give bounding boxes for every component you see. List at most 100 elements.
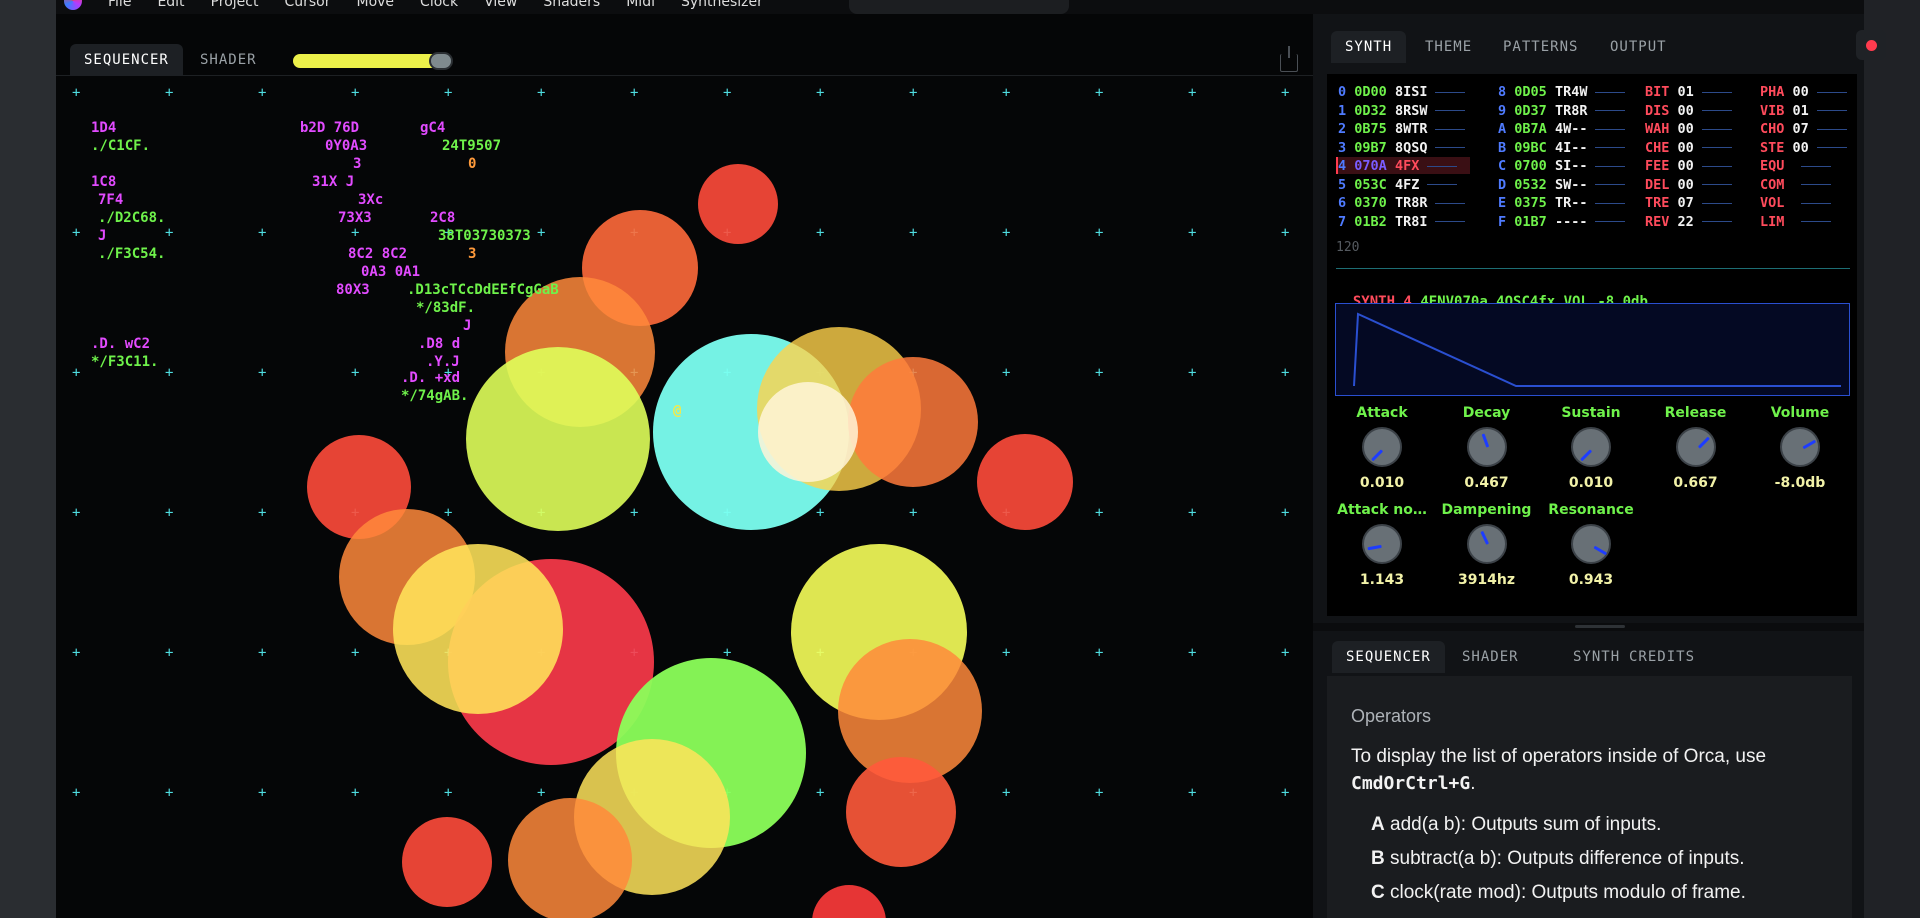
menu-item-synthesizer[interactable]: Synthesizer xyxy=(681,0,763,10)
fx-row[interactable]: WAH 00 xyxy=(1645,121,1732,137)
menu-item-cursor[interactable]: Cursor xyxy=(284,0,330,10)
op-text: clock(rate mod): Outputs modulo of frame… xyxy=(1390,882,1746,903)
fx-row[interactable]: FEE 00 xyxy=(1645,158,1732,174)
visualizer-circle xyxy=(977,434,1073,530)
track-row[interactable]: 4 070A 4FX xyxy=(1338,158,1458,174)
grid-plus-marker: + xyxy=(1188,505,1196,521)
fx-row[interactable]: CHO 07 xyxy=(1760,121,1847,137)
tab-docs-sequencer[interactable]: SEQUENCER xyxy=(1332,641,1445,673)
menu-item-project[interactable]: Project xyxy=(211,0,259,10)
track-row[interactable]: F 01B7 ---- xyxy=(1498,213,1626,230)
record-button[interactable] xyxy=(1856,30,1886,60)
track-name: TR4W xyxy=(1554,84,1588,100)
fx-row[interactable]: VOL xyxy=(1760,195,1831,211)
track-row[interactable]: 0 0D00 8ISI xyxy=(1338,84,1466,100)
grid-plus-marker: + xyxy=(1281,785,1289,801)
knob-label: Sustain xyxy=(1561,405,1621,421)
track-row[interactable]: D 0532 SW-- xyxy=(1498,177,1626,193)
track-level xyxy=(1427,165,1458,167)
tab-docs-shader[interactable]: SHADER xyxy=(1448,641,1533,673)
fx-row[interactable]: PHA 00 xyxy=(1760,84,1847,100)
grid-plus-marker: + xyxy=(444,785,452,801)
track-level xyxy=(1595,165,1626,167)
track-index: F xyxy=(1498,213,1507,230)
fx-key: COM xyxy=(1760,176,1785,193)
visualizer-circle xyxy=(848,357,978,487)
track-level xyxy=(1595,147,1626,148)
tab-docs-credits[interactable]: CREDITS xyxy=(1615,641,1709,673)
op-key: A xyxy=(1371,814,1385,835)
envelope-display xyxy=(1335,303,1850,396)
knob-value: 0.467 xyxy=(1464,475,1509,491)
track-row[interactable]: A 0B7A 4W-- xyxy=(1498,121,1626,137)
docs-shortcut: CmdOrCtrl+G xyxy=(1351,773,1471,794)
menu-item-clock[interactable]: Clock xyxy=(420,0,458,10)
grid-plus-marker: + xyxy=(72,365,80,381)
knob-value: 1.143 xyxy=(1359,572,1405,588)
fx-row[interactable]: DIS 00 xyxy=(1645,103,1732,119)
track-row[interactable]: 8 0D05 TR4W xyxy=(1498,84,1626,100)
grid-plus-marker: + xyxy=(1281,225,1289,241)
docs-panel: Operators To display the list of operato… xyxy=(1327,676,1852,918)
tab-sequencer[interactable]: SEQUENCER xyxy=(70,44,183,76)
fx-row[interactable]: TRE 07 xyxy=(1645,195,1732,211)
fx-row[interactable]: REV 22 xyxy=(1645,214,1732,230)
knob-dial[interactable] xyxy=(1466,524,1507,564)
orca-canvas[interactable]: + + + + + + + + + + + + + + + + + + + + + + + + + + + + + + + + + + + + + + + +… xyxy=(56,77,1313,918)
tab-synth[interactable]: SYNTH xyxy=(1331,31,1407,63)
panel-resize-handle[interactable] xyxy=(1313,623,1864,631)
track-row[interactable]: 1 0D32 8RSW xyxy=(1338,103,1466,119)
tab-shader[interactable]: SHADER xyxy=(186,44,271,76)
track-row[interactable]: 3 09B7 8QSQ xyxy=(1338,139,1466,156)
menu-item-shaders[interactable]: Shaders xyxy=(543,0,600,10)
grid-plus-marker: + xyxy=(72,645,80,661)
knob-label: Release xyxy=(1664,405,1727,421)
op-text: subtract(a b): Outputs difference of inp… xyxy=(1390,848,1745,869)
menu-item-file[interactable]: File xyxy=(108,0,131,10)
fx-row[interactable]: BIT 01 xyxy=(1645,84,1732,100)
menu-item-edit[interactable]: Edit xyxy=(157,0,184,10)
docs-intro: To display the list of operators inside … xyxy=(1351,746,1767,794)
speed-slider[interactable] xyxy=(293,52,453,70)
track-row[interactable]: 5 053C 4FZ xyxy=(1338,177,1458,193)
grid-plus-marker: + xyxy=(1002,85,1010,101)
menu-item-move[interactable]: Move xyxy=(357,0,395,10)
fx-value: 00 xyxy=(1677,121,1694,137)
tab-output[interactable]: OUTPUT xyxy=(1596,31,1681,63)
fx-row[interactable]: DEL 00 xyxy=(1645,177,1732,193)
track-row[interactable]: C 0700 SI-- xyxy=(1498,158,1626,174)
knob-dial[interactable] xyxy=(1675,427,1716,467)
menu-item-midi[interactable]: Midi xyxy=(626,0,655,10)
fx-row[interactable]: CHE 00 xyxy=(1645,140,1732,156)
track-row[interactable]: 2 0B75 8WTR xyxy=(1338,121,1466,137)
orca-operator-text: 3 xyxy=(468,246,476,262)
tab-theme[interactable]: THEME xyxy=(1411,31,1486,63)
fx-row[interactable]: VIB 01 xyxy=(1760,103,1847,119)
fx-row[interactable]: EQU xyxy=(1760,158,1831,174)
fx-row[interactable]: LIM xyxy=(1760,214,1831,230)
knob-dial[interactable] xyxy=(1571,427,1611,467)
grid-plus-marker: + xyxy=(537,785,545,801)
knob-dial[interactable] xyxy=(1362,427,1402,467)
menu-item-view[interactable]: View xyxy=(484,0,517,10)
slider-knob[interactable] xyxy=(429,52,453,70)
tab-patterns[interactable]: PATTERNS xyxy=(1489,31,1592,63)
knob-dial[interactable] xyxy=(1362,524,1402,564)
track-row[interactable]: B 09BC 4I-- xyxy=(1498,140,1626,156)
track-level xyxy=(1595,202,1626,204)
track-row[interactable]: 6 0370 TR8R xyxy=(1338,195,1466,211)
knob-dial[interactable] xyxy=(1571,524,1611,564)
knob-dial[interactable] xyxy=(1466,427,1507,467)
grid-plus-marker: + xyxy=(909,85,917,101)
track-row[interactable]: E 0375 TR-- xyxy=(1498,195,1626,211)
fx-row[interactable]: STE 00 xyxy=(1760,140,1847,156)
track-row[interactable]: 9 0D37 TR8R xyxy=(1498,103,1626,119)
knob-dial[interactable] xyxy=(1780,427,1820,467)
grid-plus-marker: + xyxy=(1095,365,1103,381)
share-icon[interactable] xyxy=(1280,46,1298,72)
track-hex: 09B7 xyxy=(1354,139,1387,156)
track-row[interactable]: 7 01B2 TR8I xyxy=(1338,214,1466,230)
track-level xyxy=(1435,91,1466,93)
grid-plus-marker: + xyxy=(816,225,824,241)
fx-row[interactable]: COM xyxy=(1760,177,1831,193)
